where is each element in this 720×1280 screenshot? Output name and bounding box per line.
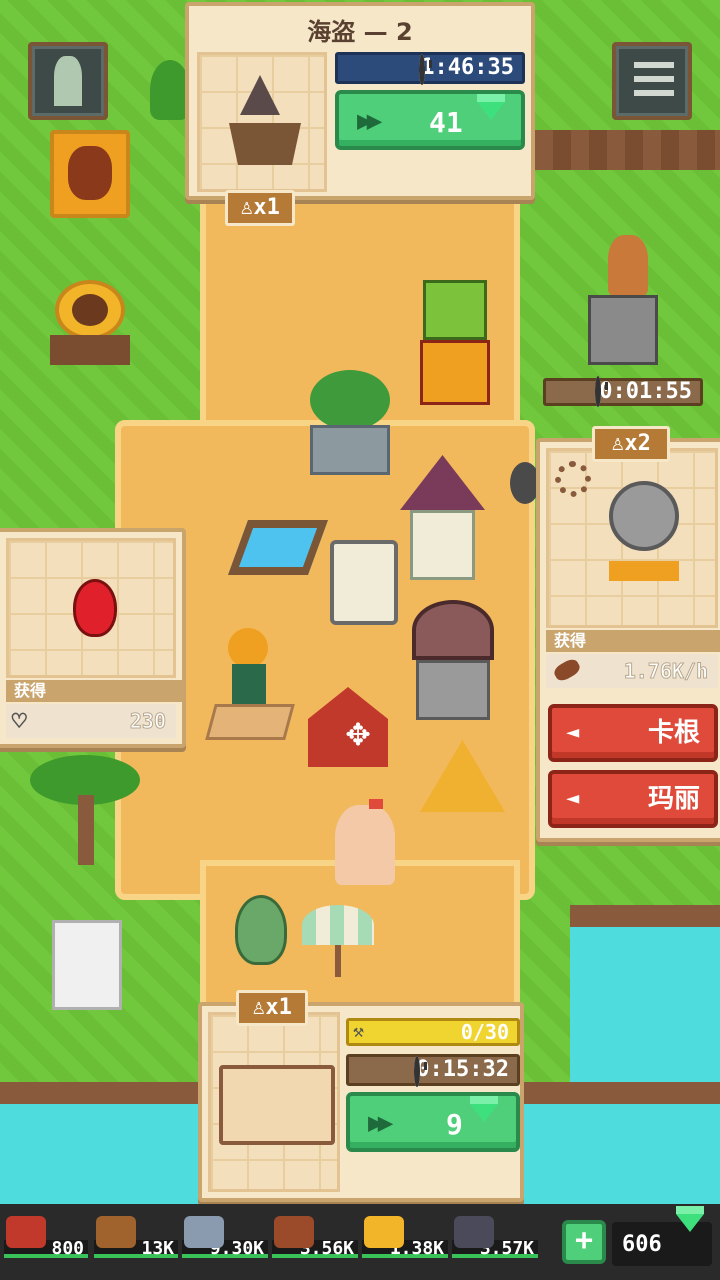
- menu-button[interactable]: [612, 42, 692, 120]
- person-icon: [54, 56, 82, 106]
- grinder-timer-text: 0:01:55: [599, 379, 692, 404]
- assign-mary-button[interactable]: ◄ 玛丽: [548, 770, 718, 828]
- progress-text: 0/30: [460, 1020, 509, 1044]
- gem-icon: [676, 1214, 704, 1251]
- obtain-label: 获得: [546, 630, 720, 652]
- item-slot[interactable]: [546, 448, 718, 628]
- worker-icon: ♙: [240, 195, 254, 220]
- worker-count: x1: [253, 195, 280, 220]
- grindstone-icon: [609, 481, 679, 551]
- totem-tower[interactable]: [415, 270, 495, 410]
- hero-portrait-button[interactable]: [50, 130, 130, 218]
- sunflower-planter[interactable]: [50, 280, 130, 370]
- top-production-panel: 海盗 — 2 1:46:35 ▶▶ 41: [185, 2, 535, 200]
- chapel-building[interactable]: [400, 455, 485, 580]
- back-arrow-icon: ◄: [566, 786, 580, 811]
- grinder-machine[interactable]: [578, 235, 668, 370]
- obtain-label: 获得: [6, 680, 184, 702]
- observatory-dome[interactable]: [412, 600, 494, 720]
- portrait-icon: [68, 146, 112, 200]
- meat-icon: [6, 1216, 46, 1248]
- speedup-cost: 9: [446, 1108, 463, 1141]
- worker-icon: ♙: [611, 431, 625, 456]
- left-production-panel: 获得 ♡ 230: [0, 528, 186, 748]
- gem-icon: [470, 1104, 498, 1155]
- rope-icon: [551, 656, 583, 684]
- gem-counter: 606: [612, 1214, 712, 1266]
- obtain-value: 230: [129, 709, 166, 734]
- delivery-box[interactable]: [52, 920, 122, 1010]
- sandcastle[interactable]: [335, 799, 395, 885]
- worker-badge-top: ♙x1: [225, 190, 295, 226]
- resource-ore[interactable]: 3.57K: [452, 1214, 538, 1266]
- hammer-icon: ⚒: [353, 1021, 364, 1042]
- grinder-timer: 0:01:55: [543, 376, 703, 407]
- back-arrow-icon: ◄: [566, 720, 580, 745]
- fast-forward-icon: ▶▶: [357, 106, 382, 136]
- resource-wood[interactable]: 13K: [94, 1214, 180, 1266]
- resource-rope[interactable]: 3.56K: [272, 1214, 358, 1266]
- kagen-label: 卡根: [647, 718, 700, 748]
- stove-appliance[interactable]: [330, 540, 398, 625]
- resource-gold[interactable]: 1.38K: [362, 1214, 448, 1266]
- worker-count: x1: [265, 995, 292, 1020]
- book-icon: [219, 1065, 335, 1145]
- gem-icon: [477, 102, 505, 153]
- speedup-button[interactable]: ▶▶ 41: [335, 90, 525, 153]
- gem-count: 606: [622, 1232, 662, 1257]
- list-menu-icon: [634, 62, 674, 100]
- obtain-rate-row: 1.76K/h: [546, 654, 718, 688]
- mary-label: 玛丽: [647, 784, 700, 814]
- obtain-value-row: ♡ 230: [6, 704, 176, 738]
- worker-icon: ♙: [252, 995, 266, 1020]
- worker-badge-right: ♙x2: [592, 426, 670, 462]
- speedup-button[interactable]: ▶▶ 9: [346, 1092, 520, 1155]
- move-arrows-icon[interactable]: ✥: [323, 697, 393, 767]
- resource-meat[interactable]: 800: [4, 1214, 90, 1266]
- rope-icon: [274, 1216, 314, 1248]
- resource-stone[interactable]: 9.30K: [182, 1214, 268, 1266]
- right-production-panel: 获得 1.76K/h ◄ 卡根 ◄ 玛丽: [536, 438, 720, 842]
- panel-title: 海盗 — 2: [307, 18, 413, 46]
- potion-icon: [73, 579, 117, 637]
- production-timer-text: 0:15:32: [416, 1057, 509, 1082]
- gear-icon: [555, 461, 591, 497]
- bottom-production-panel: ⚒ 0/30 0:15:32 ▶▶ 9: [198, 1002, 524, 1202]
- item-slot[interactable]: [197, 52, 327, 192]
- item-slot[interactable]: [208, 1012, 340, 1192]
- gold-icon: [364, 1216, 404, 1248]
- item-slot[interactable]: [6, 538, 176, 678]
- obtain-rate: 1.76K/h: [623, 659, 708, 684]
- progress-bar: ⚒ 0/30: [346, 1018, 520, 1046]
- selected-building[interactable]: ✥: [308, 672, 398, 777]
- production-timer: 1:46:35: [335, 52, 525, 85]
- gnome-statue[interactable]: [205, 628, 295, 740]
- seed-sack[interactable]: [235, 895, 287, 965]
- worker-badge-bottom: ♙x1: [236, 990, 308, 1026]
- worker-count: x2: [624, 431, 651, 456]
- assign-kagen-button[interactable]: ◄ 卡根: [548, 704, 718, 762]
- character-button[interactable]: [28, 42, 108, 120]
- heart-icon: ♡: [11, 707, 27, 736]
- production-timer-text: 1:46:35: [421, 55, 514, 80]
- ore-icon: [454, 1216, 494, 1248]
- shore-right: [570, 905, 720, 927]
- cliff-edge: [535, 130, 720, 170]
- tree-planter[interactable]: [310, 370, 390, 480]
- fast-forward-icon: ▶▶: [368, 1108, 393, 1138]
- production-timer: 0:15:32: [346, 1054, 520, 1087]
- palm-tree-top[interactable]: [150, 60, 190, 120]
- palm-tree[interactable]: [30, 755, 140, 865]
- wood-icon: [96, 1216, 136, 1248]
- plus-icon: +: [574, 1223, 594, 1258]
- stone-icon: [184, 1216, 224, 1248]
- speedup-cost: 41: [429, 106, 463, 139]
- add-gems-button[interactable]: +: [562, 1220, 606, 1264]
- beach-umbrella[interactable]: [302, 905, 374, 977]
